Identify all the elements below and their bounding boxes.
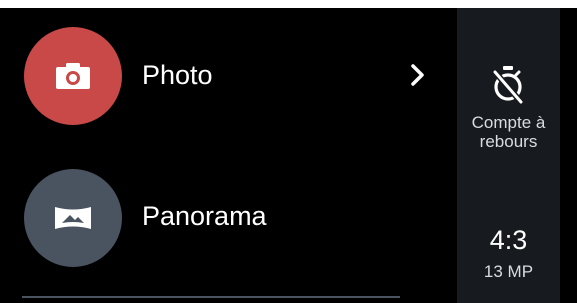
chevron-right-icon[interactable]	[406, 61, 430, 89]
panorama-icon	[55, 207, 91, 229]
mode-label-panorama: Panorama	[142, 201, 267, 231]
timer-label-line1: Compte à	[471, 113, 546, 132]
timer-off-icon	[492, 66, 524, 104]
megapixels-label: 13 MP	[483, 262, 534, 281]
countdown-timer-button[interactable]: Compte à rebours	[457, 48, 560, 168]
mode-item-photo[interactable]: Photo	[0, 8, 457, 148]
camera-mode-screen: Photo Panorama Compte à rebours 4:3 13 M…	[0, 8, 577, 303]
aspect-ratio-button[interactable]: 4:3 13 MP	[457, 214, 560, 296]
mode-item-panorama[interactable]: Panorama	[0, 148, 457, 288]
photo-mode-circle	[24, 27, 122, 125]
camera-icon	[56, 63, 90, 89]
divider	[22, 296, 400, 298]
timer-label-line2: rebours	[479, 132, 538, 151]
screen-edge	[560, 8, 577, 303]
mode-list: Photo Panorama	[0, 8, 457, 303]
quick-settings-strip: Compte à rebours 4:3 13 MP	[457, 8, 560, 303]
timer-label: Compte à rebours	[457, 113, 560, 151]
aspect-ratio-value: 4:3	[489, 225, 528, 255]
panorama-mode-circle	[24, 169, 122, 267]
mode-label-photo: Photo	[142, 60, 213, 90]
